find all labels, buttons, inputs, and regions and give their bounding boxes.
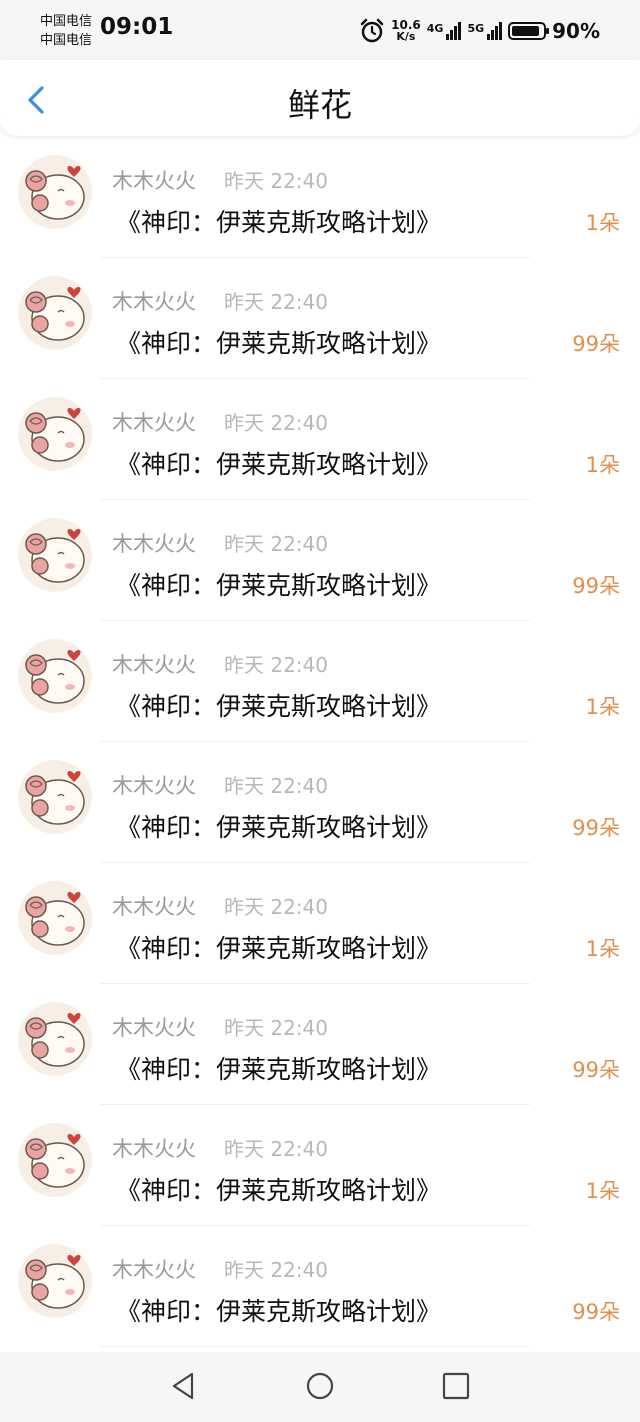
book-title: 《神印：伊莱克斯攻略计划》 [116, 813, 442, 842]
alarm-icon [360, 18, 384, 43]
signal-icon: 4G [427, 22, 462, 40]
flower-count: 99朵 [572, 332, 620, 356]
list-item[interactable]: 木木火火 昨天 22:40 《神印：伊莱克斯攻略计划》 1朵 [0, 1105, 640, 1226]
flower-count: 99朵 [572, 1300, 620, 1324]
carrier-info: 中国电信 中国电信 [40, 12, 92, 50]
book-title: 《神印：伊莱克斯攻略计划》 [116, 571, 442, 600]
sender-name: 木木火火 [112, 169, 196, 193]
avatar[interactable] [18, 397, 92, 471]
send-time: 昨天 22:40 [224, 774, 328, 798]
sender-name: 木木火火 [112, 1258, 196, 1282]
list-item[interactable]: 木木火火 昨天 22:40 《神印：伊莱克斯攻略计划》 1朵 [0, 137, 640, 258]
status-bar: 中国电信 中国电信 09:01 10.6 K/s 4G 5G 90% [0, 0, 640, 60]
net-speed-unit: K/s [396, 30, 416, 43]
list-item[interactable]: 木木火火 昨天 22:40 《神印：伊莱克斯攻略计划》 1朵 [0, 621, 640, 742]
signal-1-label: 4G [426, 22, 444, 35]
list-item[interactable]: 木木火火 昨天 22:40 《神印：伊莱克斯攻略计划》 99朵 [0, 1226, 640, 1347]
flower-list[interactable]: 木木火火 昨天 22:40 《神印：伊莱克斯攻略计划》 1朵 木木火火 昨天 2… [0, 137, 640, 1347]
nav-recents-icon[interactable] [440, 1370, 472, 1402]
flower-count: 1朵 [585, 211, 620, 235]
sender-name: 木木火火 [112, 290, 196, 314]
send-time: 昨天 22:40 [224, 895, 328, 919]
list-item[interactable]: 木木火火 昨天 22:40 《神印：伊莱克斯攻略计划》 99朵 [0, 500, 640, 621]
sender-name: 木木火火 [112, 653, 196, 677]
carrier-2: 中国电信 [40, 33, 93, 48]
system-nav-bar [0, 1352, 640, 1422]
list-item[interactable]: 木木火火 昨天 22:40 《神印：伊莱克斯攻略计划》 99朵 [0, 742, 640, 863]
book-title: 《神印：伊莱克斯攻略计划》 [116, 450, 442, 479]
sender-name: 木木火火 [112, 1137, 196, 1161]
flower-count: 1朵 [585, 695, 620, 719]
nav-back-icon[interactable] [168, 1370, 200, 1402]
book-title: 《神印：伊莱克斯攻略计划》 [116, 1176, 442, 1205]
battery-icon [508, 22, 550, 40]
signal-2-label: 5G [467, 22, 485, 35]
send-time: 昨天 22:40 [224, 1016, 328, 1040]
list-item[interactable]: 木木火火 昨天 22:40 《神印：伊莱克斯攻略计划》 99朵 [0, 258, 640, 379]
avatar[interactable] [18, 1123, 92, 1197]
avatar[interactable] [18, 760, 92, 834]
status-time: 09:01 [100, 14, 174, 40]
send-time: 昨天 22:40 [224, 169, 328, 193]
send-time: 昨天 22:40 [224, 1258, 328, 1282]
carrier-1: 中国电信 [40, 14, 93, 29]
signal-icon-2: 5G [467, 22, 503, 40]
send-time: 昨天 22:40 [224, 1137, 328, 1161]
sender-name: 木木火火 [112, 895, 196, 919]
avatar[interactable] [18, 276, 92, 350]
list-item[interactable]: 木木火火 昨天 22:40 《神印：伊莱克斯攻略计划》 99朵 [0, 984, 640, 1105]
sender-name: 木木火火 [112, 1016, 196, 1040]
send-time: 昨天 22:40 [224, 653, 328, 677]
send-time: 昨天 22:40 [224, 290, 328, 314]
list-item[interactable]: 木木火火 昨天 22:40 《神印：伊莱克斯攻略计划》 1朵 [0, 379, 640, 500]
book-title: 《神印：伊莱克斯攻略计划》 [116, 208, 442, 237]
avatar[interactable] [18, 1244, 92, 1318]
sender-name: 木木火火 [112, 532, 196, 556]
avatar[interactable] [18, 155, 92, 229]
flower-count: 99朵 [572, 1058, 620, 1082]
book-title: 《神印：伊莱克斯攻略计划》 [116, 692, 442, 721]
flower-count: 99朵 [572, 574, 620, 598]
page-title: 鲜花 [287, 86, 352, 124]
flower-count: 1朵 [585, 1179, 620, 1203]
book-title: 《神印：伊莱克斯攻略计划》 [116, 329, 442, 358]
avatar[interactable] [18, 639, 92, 713]
avatar[interactable] [18, 881, 92, 955]
flower-count: 1朵 [585, 937, 620, 961]
top-app-bar: 鲜花 [0, 60, 640, 136]
send-time: 昨天 22:40 [224, 532, 328, 556]
status-icons: 10.6 K/s 4G 5G 90% [359, 16, 600, 46]
avatar[interactable] [18, 518, 92, 592]
divider [100, 1346, 530, 1347]
battery-percent: 90% [552, 19, 600, 43]
sender-name: 木木火火 [112, 411, 196, 435]
nav-home-icon[interactable] [304, 1370, 336, 1402]
send-time: 昨天 22:40 [224, 411, 328, 435]
battery-level [512, 26, 540, 36]
sender-name: 木木火火 [112, 774, 196, 798]
avatar[interactable] [18, 1002, 92, 1076]
net-speed: 10.6 K/s [391, 19, 421, 43]
book-title: 《神印：伊莱克斯攻略计划》 [116, 1055, 442, 1084]
book-title: 《神印：伊莱克斯攻略计划》 [116, 1297, 442, 1326]
list-item[interactable]: 木木火火 昨天 22:40 《神印：伊莱克斯攻略计划》 1朵 [0, 863, 640, 984]
book-title: 《神印：伊莱克斯攻略计划》 [116, 934, 442, 963]
flower-count: 99朵 [572, 816, 620, 840]
flower-count: 1朵 [585, 453, 620, 477]
